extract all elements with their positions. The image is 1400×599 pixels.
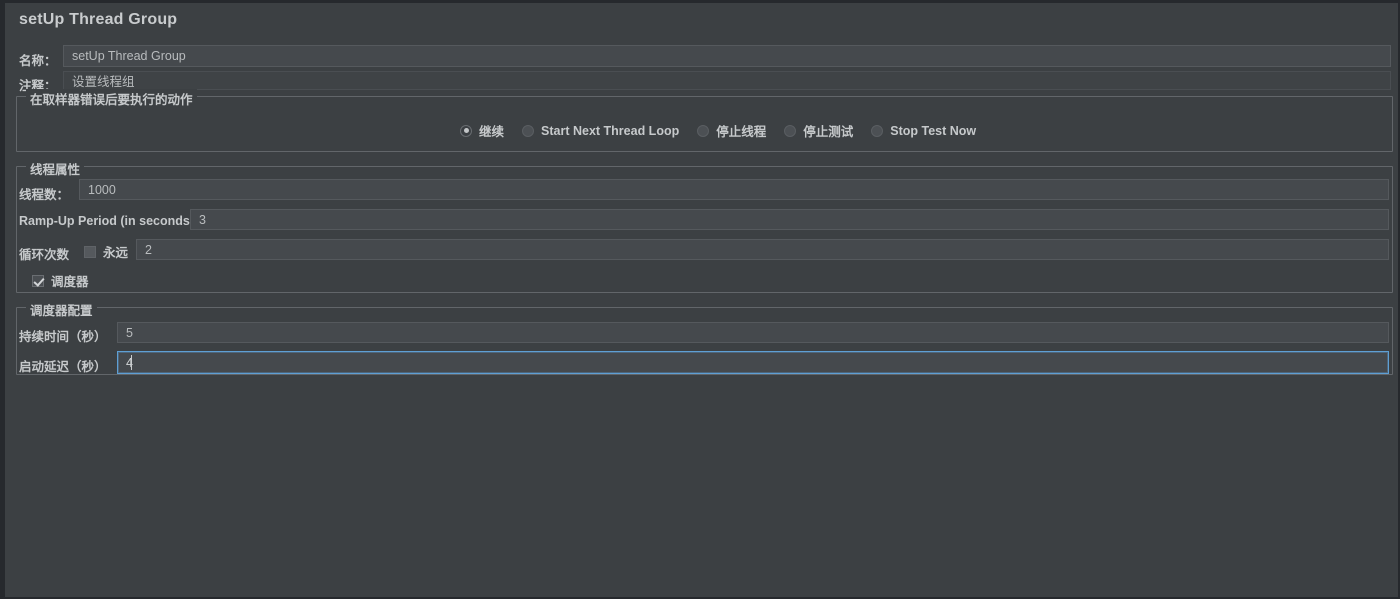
error-action-radio-group: 继续 Start Next Thread Loop 停止线程 停止测试 Stop… bbox=[460, 121, 976, 140]
radio-unselected-icon bbox=[871, 124, 884, 137]
radio-selected-icon bbox=[460, 124, 472, 137]
radio-unselected-icon bbox=[784, 124, 797, 137]
text-caret bbox=[131, 355, 132, 370]
ramp-up-input[interactable] bbox=[190, 209, 1389, 230]
comment-input[interactable] bbox=[63, 71, 1391, 90]
radio-label-stop-thread: 停止线程 bbox=[716, 125, 767, 139]
radio-label-continue: 继续 bbox=[479, 125, 505, 139]
num-threads-label: 线程数： bbox=[19, 188, 70, 202]
name-input[interactable] bbox=[63, 45, 1391, 67]
forever-checkbox-label: 永远 bbox=[103, 246, 129, 260]
error-action-group-title: 在取样器错误后要执行的动作 bbox=[26, 89, 197, 108]
startup-delay-input[interactable] bbox=[117, 351, 1389, 374]
duration-label: 持续时间（秒） bbox=[19, 330, 107, 344]
radio-option-start-next-thread-loop[interactable]: Start Next Thread Loop bbox=[522, 124, 679, 138]
startup-delay-label: 启动延迟（秒） bbox=[19, 360, 107, 374]
checkbox-unchecked-icon bbox=[84, 245, 96, 258]
loop-count-input[interactable] bbox=[136, 239, 1389, 260]
radio-option-continue[interactable]: 继续 bbox=[460, 121, 504, 140]
thread-properties-group-title: 线程属性 bbox=[26, 159, 85, 178]
radio-label-start-next-thread-loop: Start Next Thread Loop bbox=[541, 123, 680, 138]
loop-count-label: 循环次数 bbox=[19, 248, 70, 262]
radio-label-stop-test: 停止测试 bbox=[803, 125, 854, 139]
radio-option-stop-test[interactable]: 停止测试 bbox=[784, 121, 853, 140]
ramp-up-label: Ramp-Up Period (in seconds): bbox=[19, 214, 199, 228]
forever-checkbox[interactable]: 永远 bbox=[84, 242, 128, 261]
name-label: 名称： bbox=[19, 54, 57, 68]
radio-label-stop-test-now: Stop Test Now bbox=[890, 123, 977, 138]
radio-unselected-icon bbox=[697, 124, 710, 137]
radio-option-stop-thread[interactable]: 停止线程 bbox=[697, 121, 766, 140]
radio-unselected-icon bbox=[522, 124, 535, 137]
scheduler-config-group-title: 调度器配置 bbox=[26, 300, 97, 319]
threadgroup-config-panel: setUp Thread Group 名称： 注释： 在取样器错误后要执行的动作… bbox=[0, 0, 1400, 599]
panel-background: setUp Thread Group 名称： 注释： 在取样器错误后要执行的动作… bbox=[5, 3, 1398, 597]
scheduler-checkbox-label: 调度器 bbox=[51, 275, 89, 289]
radio-option-stop-test-now[interactable]: Stop Test Now bbox=[871, 124, 976, 138]
num-threads-input[interactable] bbox=[79, 179, 1389, 200]
panel-title-bar: setUp Thread Group bbox=[5, 3, 1398, 39]
page-title: setUp Thread Group bbox=[19, 11, 178, 28]
checkbox-checked-icon bbox=[32, 274, 44, 287]
duration-input[interactable] bbox=[117, 322, 1389, 343]
scheduler-checkbox[interactable]: 调度器 bbox=[32, 271, 89, 290]
